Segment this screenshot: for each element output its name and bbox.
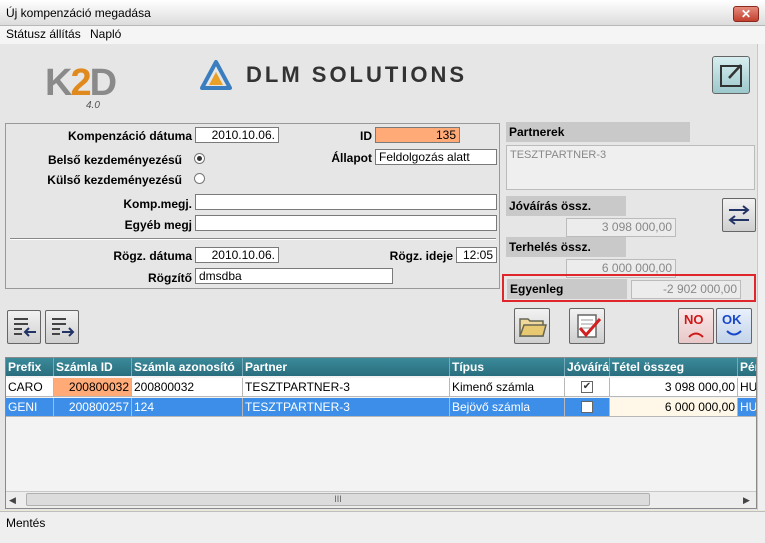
recorder-label: Rögzítő — [148, 271, 192, 285]
table-row-selected[interactable]: GENI 200800257 124 TESZTPARTNER-3 Bejövő… — [6, 398, 756, 418]
partner-transfer-button[interactable] — [722, 198, 756, 232]
col-partner[interactable]: Partner — [243, 358, 450, 376]
date-label: Kompenzáció dátuma — [67, 129, 192, 143]
id-input[interactable]: 135 — [375, 127, 460, 143]
window-title: Új kompenzáció megadása — [6, 6, 151, 20]
dlm-logo-icon — [200, 60, 232, 90]
folder-icon — [518, 318, 547, 337]
cell-jovairas — [565, 398, 610, 417]
external-label: Külső kezdeményezésű — [47, 173, 182, 187]
col-osszeg[interactable]: Tétel összeg — [610, 358, 738, 376]
balance-label: Egyenleg — [507, 279, 627, 299]
col-szamla-id[interactable]: Számla ID — [54, 358, 132, 376]
debit-label: Terhelés össz. — [506, 237, 626, 257]
open-folder-button[interactable] — [514, 308, 550, 344]
id-label: ID — [360, 129, 372, 143]
k2d-logo: K2D — [45, 62, 117, 104]
move-left-button[interactable] — [7, 310, 41, 344]
list-left-icon — [14, 318, 36, 337]
cell-penznem: HUF — [738, 378, 756, 397]
credit-value: 3 098 000,00 — [566, 218, 676, 237]
status-bar — [0, 511, 765, 543]
cell-prefix: GENI — [6, 398, 54, 417]
cell-osszeg: 6 000 000,00 — [610, 398, 738, 417]
scroll-left-icon[interactable]: ◀ — [9, 495, 16, 506]
ok-button[interactable]: OK — [716, 308, 752, 344]
jovairas-checkbox[interactable]: ✔ — [581, 381, 593, 393]
col-tipus[interactable]: Típus — [450, 358, 565, 376]
other-input[interactable] — [195, 215, 497, 231]
checklist-icon — [577, 314, 602, 338]
form-divider — [10, 238, 496, 240]
col-prefix[interactable]: Prefix — [6, 358, 54, 376]
cell-penznem: HUF — [738, 398, 756, 417]
rec-date-input[interactable]: 2010.10.06. — [195, 247, 279, 263]
menu-log[interactable]: Napló — [90, 27, 121, 41]
move-right-button[interactable] — [45, 310, 79, 344]
other-label: Egyéb megj — [124, 218, 192, 232]
partner-name[interactable]: TESZTPARTNER-3 — [506, 145, 755, 190]
cell-prefix: CARO — [6, 378, 54, 397]
cell-azonosito: 124 — [132, 398, 243, 417]
state-label: Állapot — [331, 151, 372, 165]
cell-szamla-id: 200800032 — [54, 378, 132, 397]
status-text: Mentés — [6, 516, 46, 530]
table-row[interactable]: CARO 200800032 200800032 TESZTPARTNER-3 … — [6, 378, 756, 398]
list-right-icon — [52, 318, 75, 337]
partner-header: Partnerek — [506, 122, 690, 142]
check-list-button[interactable] — [569, 308, 605, 344]
jovairas-checkbox[interactable] — [581, 401, 593, 413]
col-jovairas[interactable]: Jóváírás — [565, 358, 610, 376]
cell-partner: TESZTPARTNER-3 — [243, 378, 450, 397]
cell-tipus: Kimenő számla — [450, 378, 565, 397]
col-penznem[interactable]: Pénznem — [738, 358, 756, 376]
internal-label: Belső kezdeményezésű — [47, 153, 182, 167]
cell-osszeg: 3 098 000,00 — [610, 378, 738, 397]
credit-label: Jóváírás össz. — [506, 196, 626, 216]
cell-partner: TESZTPARTNER-3 — [243, 398, 450, 417]
balance-value: -2 902 000,00 — [631, 280, 741, 299]
komp-label: Komp.megj. — [123, 197, 192, 211]
cell-jovairas: ✔ — [565, 378, 610, 397]
rec-date-label: Rögz. dátuma — [113, 249, 192, 263]
happy-face-icon — [726, 330, 742, 336]
menu-status[interactable]: Státusz állítás — [6, 27, 81, 41]
state-input[interactable]: Feldolgozás alatt — [375, 149, 497, 165]
dlm-logo-text: DLM SOLUTIONS — [246, 62, 468, 87]
transfer-icon — [728, 205, 750, 225]
no-button[interactable]: NO — [678, 308, 714, 344]
invoice-grid: Prefix Számla ID Számla azonosító Partne… — [5, 357, 757, 509]
sad-face-icon — [688, 332, 704, 338]
recorder-input[interactable]: dmsdba — [195, 268, 393, 284]
scroll-thumb[interactable]: III — [26, 493, 650, 506]
cell-szamla-id: 200800257 — [54, 398, 132, 417]
edit-icon — [720, 64, 742, 87]
cell-tipus: Bejövő számla — [450, 398, 565, 417]
col-azonosito[interactable]: Számla azonosító — [132, 358, 243, 376]
internal-radio[interactable] — [194, 153, 205, 164]
edit-button[interactable] — [712, 56, 750, 94]
close-button[interactable]: ✕ — [733, 6, 759, 22]
external-radio[interactable] — [194, 173, 205, 184]
k2d-version: 4.0 — [86, 100, 100, 111]
vertical-scrollbar[interactable] — [757, 44, 765, 510]
scroll-right-icon[interactable]: ▶ — [743, 495, 750, 506]
cell-azonosito: 200800032 — [132, 378, 243, 397]
rec-time-input[interactable]: 12:05 — [456, 247, 497, 263]
komp-input[interactable] — [195, 194, 497, 210]
rec-time-label: Rögz. ideje — [389, 249, 453, 263]
date-input[interactable]: 2010.10.06. — [195, 127, 279, 143]
